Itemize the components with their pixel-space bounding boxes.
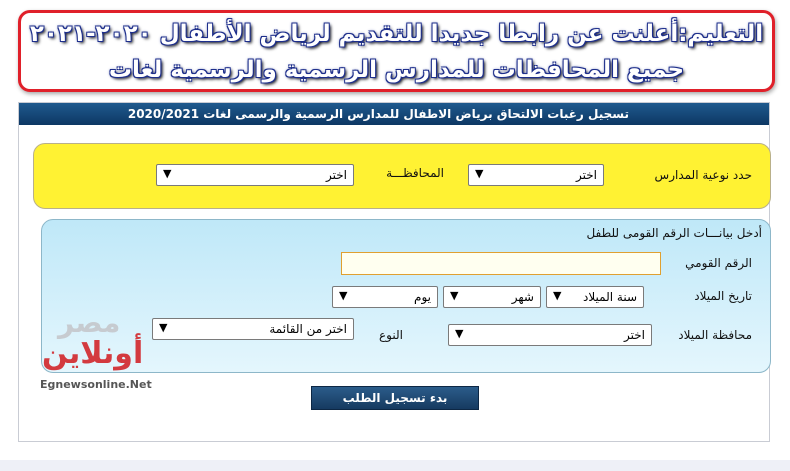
chevron-down-icon: ▼ <box>450 289 459 302</box>
governorate-label: المحافظـــة <box>386 166 444 180</box>
gender-select[interactable]: اختر من القائمة ▼ <box>152 318 354 340</box>
watermark-line-2: أونلاين <box>42 336 144 371</box>
headline-line-1: التعليم:أعلنت عن رابطا جديدا للتقديم لري… <box>29 21 764 47</box>
birth-governorate-label: محافظة الميلاد <box>678 328 752 342</box>
school-selection-panel: حدد نوعية المدارس اختر ▼ المحافظـــة اخت… <box>33 143 771 209</box>
chevron-down-icon: ▼ <box>159 321 168 334</box>
governorate-select[interactable]: اختر ▼ <box>156 164 354 186</box>
chevron-down-icon: ▼ <box>553 289 562 302</box>
watermark-logo: مصر أونلاين Egnewsonline.Net <box>40 306 152 392</box>
headline-banner: التعليم:أعلنت عن رابطا جديدا للتقديم لري… <box>18 10 775 92</box>
birth-governorate-select[interactable]: اختر ▼ <box>448 324 652 346</box>
chevron-down-icon: ▼ <box>455 327 464 340</box>
birth-day-select[interactable]: يوم ▼ <box>332 286 438 308</box>
form-title-bar: تسجيل رغبات الالتحاق برياض الاطفال للمدا… <box>19 103 769 125</box>
footer-strip <box>0 460 790 471</box>
chevron-down-icon: ▼ <box>475 167 484 180</box>
child-data-panel: أدخل بيانـــات الرقم القومى للطفل الرقم … <box>41 219 771 373</box>
watermark-line-1: مصر <box>58 306 121 339</box>
birth-year-select[interactable]: سنة الميلاد ▼ <box>546 286 644 308</box>
national-id-label: الرقم القومي <box>685 256 752 270</box>
birth-date-label: تاريخ الميلاد <box>694 289 752 303</box>
school-type-select[interactable]: اختر ▼ <box>468 164 604 186</box>
chevron-down-icon: ▼ <box>163 167 172 180</box>
gender-label: النوع <box>379 328 403 342</box>
national-id-input[interactable] <box>341 252 661 275</box>
child-section-title: أدخل بيانـــات الرقم القومى للطفل <box>586 226 762 240</box>
headline-line-2: جميع المحافظات للمدارس الرسمية والرسمية … <box>108 57 685 83</box>
school-type-label: حدد نوعية المدارس <box>654 168 752 182</box>
birth-month-select[interactable]: شهر ▼ <box>443 286 541 308</box>
start-registration-button[interactable]: بدء تسجيل الطلب <box>311 386 479 410</box>
watermark-url: Egnewsonline.Net <box>40 378 152 391</box>
chevron-down-icon: ▼ <box>339 289 348 302</box>
